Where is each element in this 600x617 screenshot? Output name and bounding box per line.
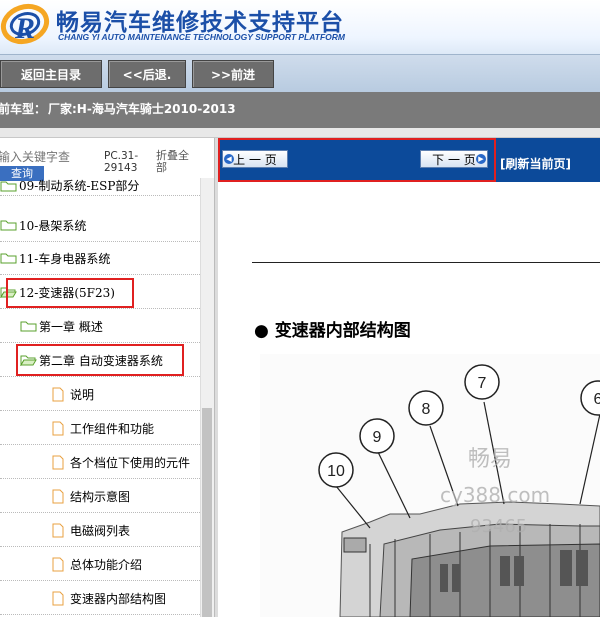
cy-swirl-logo-icon: R: [0, 3, 50, 45]
folder-open-icon: [20, 355, 37, 366]
document-icon: [52, 523, 64, 537]
watermark-text: 畅易: [468, 447, 512, 472]
folder-icon: [20, 321, 37, 332]
folder-open-icon: [0, 287, 17, 298]
tree-item-label: 电磁阀列表: [70, 523, 131, 538]
tree-item-label: 12-变速器(5F23): [19, 285, 115, 300]
sidebar: 查询 PC.31-29143 折叠全部 09-制动系统-ESP部分 10-悬架系…: [0, 138, 214, 617]
next-page-label: 下 一 页: [432, 152, 476, 167]
sidebar-scrollbar-thumb[interactable]: [202, 408, 212, 617]
tree-item-label: 09-制动系统-ESP部分: [19, 179, 140, 193]
search-input[interactable]: [0, 148, 74, 166]
document-icon: [52, 421, 64, 435]
prev-page-button[interactable]: ◀ 上 一 页: [222, 150, 288, 168]
tree-item[interactable]: 结构示意图: [0, 480, 200, 513]
tree-item[interactable]: 说明: [0, 378, 200, 411]
tree-item-label: 第二章 自动变速器系统: [39, 353, 163, 368]
document-icon: [52, 489, 64, 503]
tree-item-transmission[interactable]: 12-变速器(5F23): [0, 276, 200, 309]
tree-item[interactable]: 第一章 概述: [0, 310, 200, 343]
document-icon: [52, 557, 64, 571]
content-pane: ◀ 上 一 页 下 一 页 ▶ [刷新当前页] ● 变速器内部结构图 10 9 …: [218, 138, 600, 617]
arrow-right-icon: ▶: [476, 154, 486, 164]
app-header: R 畅易汽车维修技术支持平台 CHANG YI AUTO MAINTENANCE…: [0, 0, 600, 54]
document-icon: [52, 387, 64, 401]
refresh-link[interactable]: [刷新当前页]: [500, 155, 571, 172]
callout-label: 7: [478, 375, 487, 392]
platform-subtitle: CHANG YI AUTO MAINTENANCE TECHNOLOGY SUP…: [58, 32, 345, 42]
tree-item[interactable]: 09-制动系统-ESP部分: [0, 176, 200, 196]
prev-page-label: 上 一 页: [233, 152, 277, 167]
document-icon: [52, 455, 64, 469]
tree-item[interactable]: 电磁阀列表: [0, 514, 200, 547]
model-prefix: 前车型：: [0, 102, 47, 116]
tree-item[interactable]: 变速器内部结构图: [0, 582, 200, 615]
watermark-text: 93465: [470, 516, 527, 537]
tree-item-label: 第一章 概述: [39, 319, 103, 334]
horizontal-rule: [252, 262, 600, 263]
tree-item-label: 各个档位下使用的元件: [70, 455, 191, 470]
tree-item-label: 说明: [70, 387, 95, 402]
separator-strip: [0, 128, 600, 138]
collapse-all-link[interactable]: 折叠全部: [156, 150, 196, 174]
home-button[interactable]: 返回主目录: [0, 60, 102, 88]
arrow-left-icon: ◀: [224, 154, 234, 164]
folder-icon: [0, 253, 17, 264]
tree-item-label: 工作组件和功能: [70, 421, 155, 436]
document-icon: [52, 591, 64, 605]
tree-item[interactable]: 工作组件和功能: [0, 412, 200, 445]
back-button[interactable]: <<后退.: [108, 60, 186, 88]
navigation-bar: 返回主目录 <<后退. >>前进: [0, 54, 600, 92]
transmission-cutaway-diagram: 10 9 8 7 6 畅易 cy388.com 93465: [260, 354, 600, 617]
tree-item-label: 11-车身电器系统: [19, 251, 111, 266]
forward-button[interactable]: >>前进: [192, 60, 274, 88]
callout-label: 8: [422, 401, 431, 418]
folder-icon: [0, 181, 17, 191]
svg-text:R: R: [14, 12, 35, 45]
tree-item-label: 结构示意图: [70, 489, 131, 504]
tree-item[interactable]: 11-车身电器系统: [0, 242, 200, 275]
tree-item[interactable]: 总体功能介绍: [0, 548, 200, 581]
tree-item-label: 总体功能介绍: [70, 557, 143, 572]
section-heading: ● 变速器内部结构图: [254, 321, 411, 341]
page-toolbar: ◀ 上 一 页 下 一 页 ▶ [刷新当前页]: [218, 138, 600, 182]
vehicle-model-bar: 前车型： 厂家:H-海马汽车骑士2010-2013: [0, 92, 600, 128]
tree-item-label: 变速器内部结构图: [70, 591, 167, 606]
watermark-text: cy388.com: [440, 483, 550, 507]
callout-label: 9: [373, 429, 382, 446]
tree-item[interactable]: 10-悬架系统: [0, 209, 200, 242]
pc-code: PC.31-29143: [104, 150, 139, 174]
tree-item-auto-transmission[interactable]: 第二章 自动变速器系统: [0, 344, 200, 377]
folder-icon: [0, 220, 17, 231]
tree-item-label: 10-悬架系统: [19, 218, 87, 233]
callout-label: 10: [327, 463, 345, 480]
callout-label: 6: [594, 391, 600, 408]
tree-item[interactable]: 各个档位下使用的元件: [0, 446, 200, 479]
next-page-button[interactable]: 下 一 页 ▶: [420, 150, 488, 168]
model-value: 厂家:H-海马汽车骑士2010-2013: [48, 102, 236, 116]
